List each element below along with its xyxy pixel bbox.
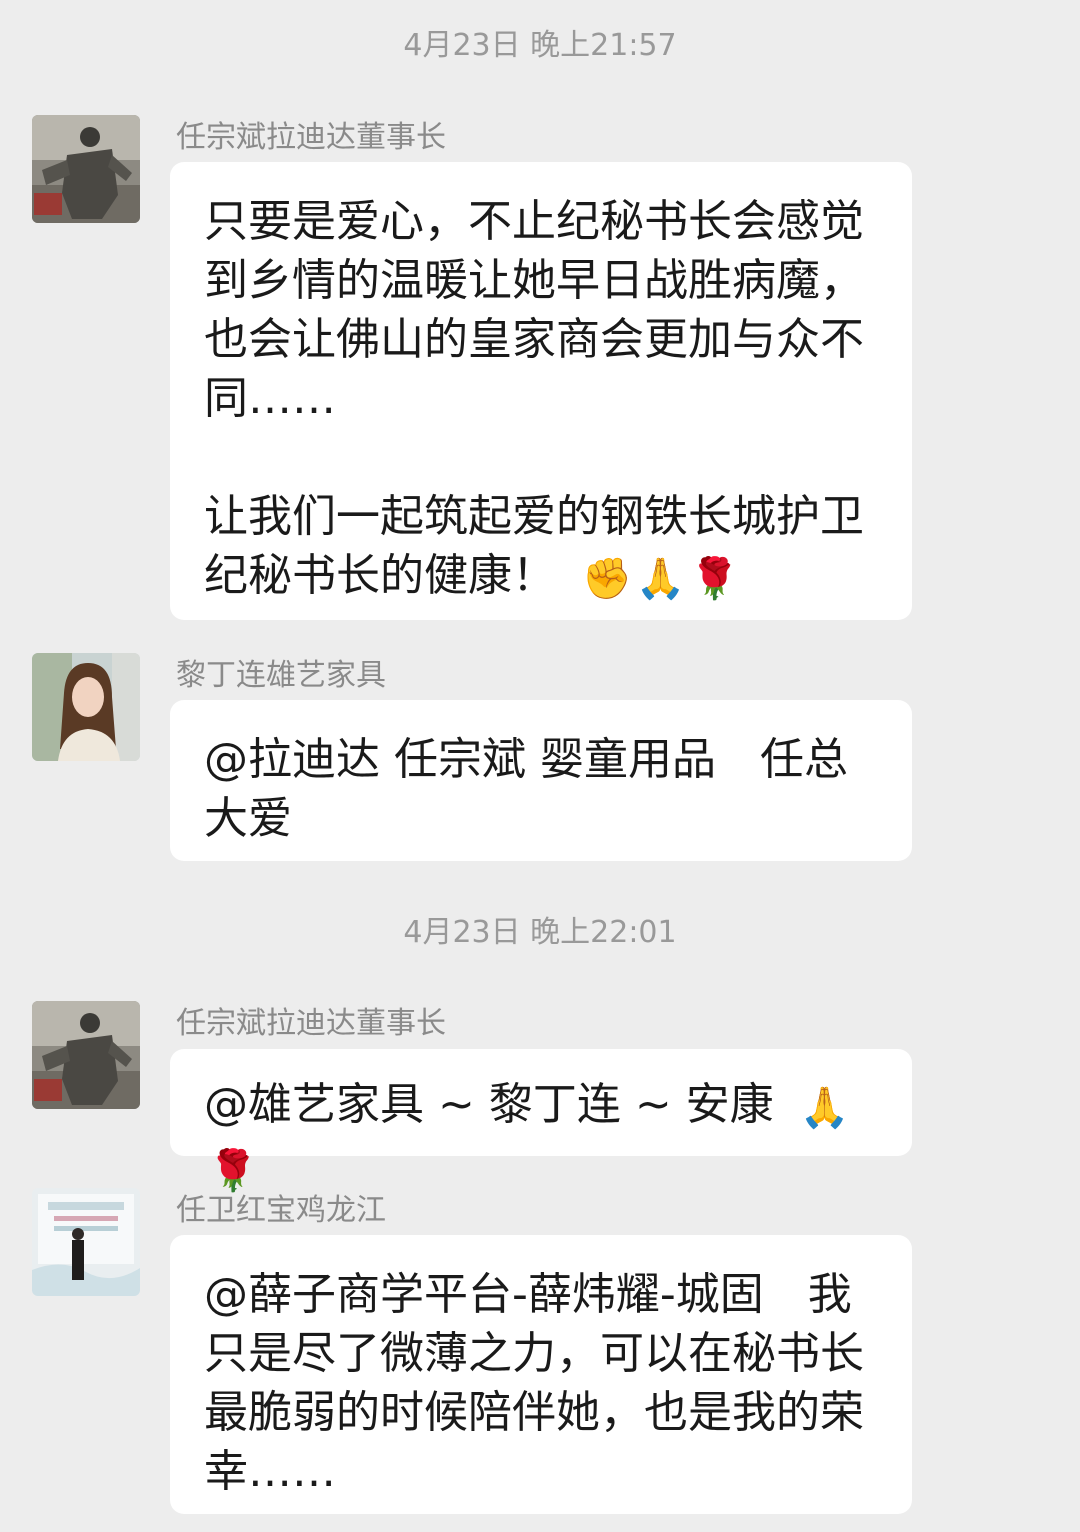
raised-fist-icon: ✊	[582, 556, 632, 602]
message-bubble[interactable]: 只要是爱心，不止纪秘书长会感觉到乡情的温暖让她早日战胜病魔，也会让佛山的皇家商会…	[170, 162, 912, 620]
message-bubble[interactable]: @拉迪达 任宗斌 婴童用品 任总大爱	[170, 700, 912, 861]
rose-icon: 🌹	[689, 556, 740, 602]
message-bubble[interactable]: @薛子商学平台-薛炜耀-城固 我只是尽了微薄之力，可以在秘书长最脆弱的时候陪伴她…	[170, 1235, 912, 1514]
message-text-line: @雄艺家具 ~ 黎丁连 ~ 安康 🙏 🌹	[204, 1075, 878, 1201]
message-text: 让我们一起筑起爱的钢铁长城护卫纪秘书长的健康！	[204, 491, 864, 601]
folded-hands-icon: 🙏	[799, 1085, 850, 1131]
sender-name: 任宗斌拉迪达董事长	[176, 120, 446, 155]
sender-name: 任卫红宝鸡龙江	[176, 1193, 386, 1228]
sender-name: 任宗斌拉迪达董事长	[176, 1006, 446, 1041]
folded-hands-icon: 🙏	[635, 556, 686, 602]
message-text-line: 让我们一起筑起爱的钢铁长城护卫纪秘书长的健康！ ✊ 🙏 🌹	[204, 487, 878, 609]
woman-portrait-avatar-icon	[32, 653, 140, 761]
statue-photo-avatar-icon	[32, 1001, 140, 1109]
message-text: @雄艺家具 ~ 黎丁连 ~ 安康	[204, 1079, 774, 1130]
avatar[interactable]	[32, 115, 140, 223]
rose-icon: 🌹	[208, 1148, 258, 1194]
statue-photo-avatar-icon	[32, 115, 140, 223]
avatar[interactable]	[32, 1188, 140, 1296]
sender-name: 黎丁连雄艺家具	[176, 658, 386, 693]
message-timestamp: 4月23日 晚上22:01	[403, 915, 677, 950]
avatar[interactable]	[32, 1001, 140, 1109]
avatar[interactable]	[32, 653, 140, 761]
message-text: 只要是爱心，不止纪秘书长会感觉到乡情的温暖让她早日战胜病魔，也会让佛山的皇家商会…	[204, 196, 864, 424]
message-text: @薛子商学平台-薛炜耀-城固 我只是尽了微薄之力，可以在秘书长最脆弱的时候陪伴她…	[204, 1269, 864, 1497]
message-bubble[interactable]: @雄艺家具 ~ 黎丁连 ~ 安康 🙏 🌹	[170, 1049, 912, 1194]
event-backdrop-avatar-icon	[32, 1188, 140, 1296]
message-text: @拉迪达 任宗斌 婴童用品 任总大爱	[204, 734, 848, 844]
message-timestamp: 4月23日 晚上21:57	[403, 28, 677, 63]
